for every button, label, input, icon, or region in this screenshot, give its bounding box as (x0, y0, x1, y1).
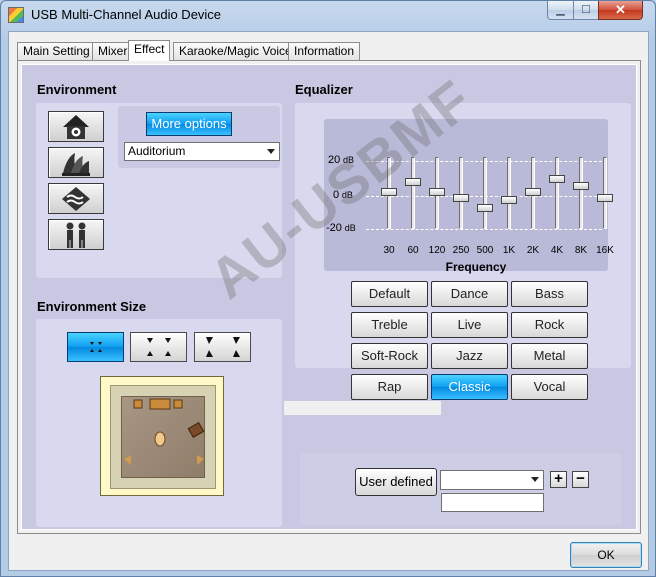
large-room-arrows-icon (206, 337, 240, 357)
eq-slider-track (507, 157, 511, 229)
preset-metal-button[interactable]: Metal (511, 343, 588, 369)
preset-treble-button[interactable]: Treble (351, 312, 428, 338)
eq-slider-3[interactable] (453, 157, 469, 229)
eq-slider-thumb[interactable] (429, 188, 445, 196)
eq-slider-thumb[interactable] (573, 181, 589, 190)
db-top-label: 20 dB (328, 154, 355, 166)
tab-main-setting[interactable]: Main Setting (17, 42, 96, 60)
close-button[interactable]: ✕ (598, 1, 643, 20)
eq-slider-4[interactable] (477, 157, 493, 229)
environment-size-title: Environment Size (37, 299, 147, 314)
chevron-down-icon (267, 149, 275, 154)
environment-size-panel (36, 319, 282, 527)
environment-opera-house-button[interactable] (48, 147, 104, 178)
user-defined-name-input[interactable] (441, 493, 544, 512)
preset-live-button[interactable]: Live (431, 312, 508, 338)
app-window: USB Multi-Channel Audio Device ▁ ☐ ✕ Mai… (0, 0, 656, 577)
preset-default-button[interactable]: Default (351, 281, 428, 307)
eq-slider-thumb[interactable] (381, 188, 397, 196)
opera-house-icon (62, 153, 90, 176)
effect-tab-panel: Environment More options Auditorium Envi… (17, 60, 641, 534)
preset-dance-button[interactable]: Dance (431, 281, 508, 307)
more-options-button[interactable]: More options (146, 112, 232, 136)
size-large-button[interactable] (194, 332, 251, 362)
eq-slider-thumb[interactable] (597, 194, 613, 203)
room-preview (100, 376, 224, 496)
eq-slider-thumb[interactable] (477, 204, 493, 212)
eq-slider-track (603, 157, 607, 229)
effect-background: Environment More options Auditorium Envi… (21, 64, 637, 530)
ok-button[interactable]: OK (570, 542, 642, 568)
db-mid-label: 0 dB (333, 189, 353, 201)
environment-title: Environment (37, 82, 117, 97)
preset-rap-button[interactable]: Rap (351, 374, 428, 400)
room-floor (121, 396, 205, 478)
room-walls (110, 385, 216, 489)
minimize-button[interactable]: ▁ (547, 1, 574, 20)
preset-vocal-button[interactable]: Vocal (511, 374, 588, 400)
preset-jazz-button[interactable]: Jazz (431, 343, 508, 369)
equalizer-graph: 20 dB 0 dB -20 dB 30 60 120 250 500 1K 2K 4K 8K 1… (324, 119, 614, 274)
dialog-client: Main Setting Mixer Effect Karaoke/Magic … (8, 31, 649, 571)
app-icon (8, 7, 24, 23)
eq-slider-thumb[interactable] (525, 188, 541, 196)
eq-slider-track (411, 157, 415, 229)
eq-slider-track (459, 157, 463, 229)
eq-slider-7[interactable] (549, 157, 565, 229)
eq-slider-track (579, 157, 583, 229)
small-room-arrows-icon (90, 342, 102, 352)
eq-band-label: 16K (596, 245, 614, 256)
preset-rock-button[interactable]: Rock (511, 312, 588, 338)
tab-effect[interactable]: Effect (128, 40, 171, 61)
environment-select[interactable]: Auditorium (124, 142, 280, 161)
eq-slider-9[interactable] (597, 157, 613, 229)
eq-slider-1[interactable] (405, 157, 421, 229)
room-speakers-illustration (124, 398, 205, 465)
preset-bass-button[interactable]: Bass (511, 281, 588, 307)
size-medium-button[interactable] (130, 332, 187, 362)
eq-slider-thumb[interactable] (549, 175, 565, 184)
chevron-down-icon (531, 477, 539, 482)
eq-slider-5[interactable] (501, 157, 517, 229)
underwater-icon (62, 187, 90, 211)
title-bar[interactable]: USB Multi-Channel Audio Device ▁ ☐ ✕ (1, 1, 655, 31)
eq-slider-2[interactable] (429, 157, 445, 229)
eq-slider-thumb[interactable] (453, 194, 469, 203)
size-small-button[interactable] (67, 332, 124, 362)
eq-slider-thumb[interactable] (405, 178, 421, 187)
tab-karaoke-magic-voice[interactable]: Karaoke/Magic Voice (173, 42, 298, 60)
eq-slider-thumb[interactable] (501, 196, 517, 204)
panel-gap (284, 401, 441, 415)
add-preset-button[interactable]: + (550, 471, 567, 488)
grid-line-bottom (366, 229, 602, 230)
people-icon (66, 222, 86, 248)
environment-home-button[interactable] (48, 111, 104, 142)
user-defined-button[interactable]: User defined (355, 468, 437, 496)
environment-people-button[interactable] (48, 219, 104, 250)
equalizer-title: Equalizer (295, 82, 353, 97)
home-icon (63, 115, 89, 139)
db-bottom-label: -20 dB (326, 222, 356, 234)
eq-slider-8[interactable] (573, 157, 589, 229)
window-title: USB Multi-Channel Audio Device (31, 7, 222, 22)
eq-slider-track (483, 157, 487, 229)
tab-information[interactable]: Information (288, 42, 361, 60)
frequency-axis-label: Frequency (445, 260, 507, 274)
remove-preset-button[interactable]: − (572, 471, 589, 488)
eq-slider-6[interactable] (525, 157, 541, 229)
maximize-button[interactable]: ☐ (573, 1, 599, 20)
preset-classic-button[interactable]: Classic (431, 374, 508, 400)
environment-select-value: Auditorium (128, 144, 186, 158)
environment-underwater-button[interactable] (48, 183, 104, 214)
preset-soft-rock-button[interactable]: Soft-Rock (351, 343, 428, 369)
eq-slider-0[interactable] (381, 157, 397, 229)
medium-room-arrows-icon (147, 338, 171, 356)
environment-panel: More options Auditorium (36, 103, 282, 278)
eq-slider-track (555, 157, 559, 229)
user-defined-select[interactable] (440, 470, 544, 490)
